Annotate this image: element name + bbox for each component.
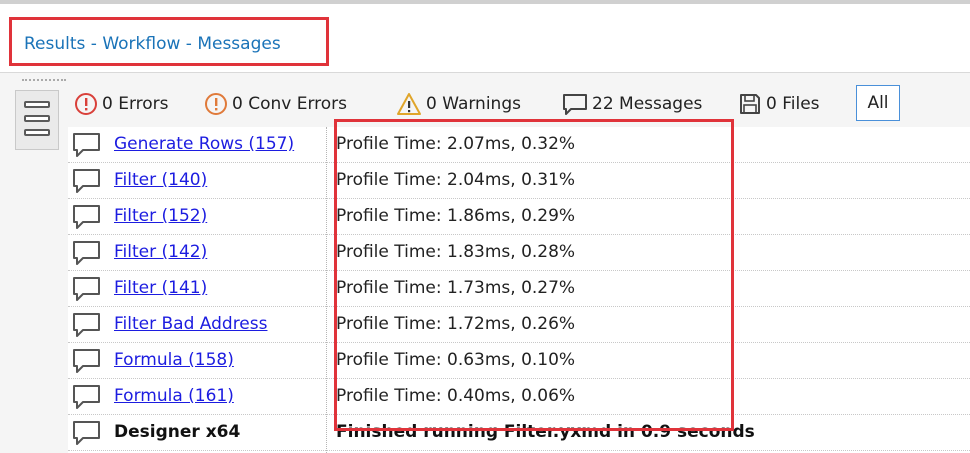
- message-icon: [73, 205, 100, 229]
- filter-warnings-label: 0 Warnings: [426, 94, 521, 114]
- filter-all-button[interactable]: All: [856, 85, 900, 121]
- filter-messages[interactable]: 22 Messages: [562, 87, 702, 121]
- filter-warnings[interactable]: 0 Warnings: [396, 87, 521, 121]
- panel-grip-handle[interactable]: [22, 79, 66, 85]
- message-icon: [73, 421, 100, 445]
- message-icon: [73, 241, 100, 265]
- error-circle-icon: [75, 93, 97, 115]
- file-save-icon: [740, 94, 760, 114]
- filter-files[interactable]: 0 Files: [738, 87, 820, 121]
- tool-link[interactable]: Filter (152): [114, 206, 207, 226]
- message-icon: [73, 169, 100, 193]
- tool-link[interactable]: Filter (142): [114, 242, 207, 262]
- tool-link[interactable]: Filter (141): [114, 278, 207, 298]
- tool-link[interactable]: Formula (158): [114, 350, 234, 370]
- title-highlight-box: [9, 17, 329, 66]
- layout-bar-icon: [24, 115, 50, 122]
- column-divider[interactable]: [326, 127, 327, 453]
- conversion-error-icon: [205, 93, 227, 115]
- filter-files-label: 0 Files: [766, 94, 820, 114]
- layout-bar-icon: [24, 129, 50, 136]
- tool-link[interactable]: Generate Rows (157): [114, 134, 294, 154]
- message-icon: [73, 349, 100, 373]
- warning-triangle-icon: [397, 93, 421, 115]
- message-icon: [73, 385, 100, 409]
- filter-errors-label: 0 Errors: [102, 94, 169, 114]
- messages-highlight-box: [334, 119, 734, 431]
- filter-conv-errors-label: 0 Conv Errors: [232, 94, 348, 114]
- tool-link[interactable]: Filter (140): [114, 170, 207, 190]
- tool-link[interactable]: Filter Bad Address: [114, 314, 267, 334]
- message-icon: [73, 277, 100, 301]
- tool-name: Designer x64: [114, 422, 241, 442]
- filter-messages-label: 22 Messages: [592, 94, 703, 114]
- layout-toggle-button[interactable]: [15, 90, 59, 150]
- message-icon: [73, 313, 100, 337]
- tool-link[interactable]: Formula (161): [114, 386, 234, 406]
- filter-conv-errors[interactable]: 0 Conv Errors: [204, 87, 347, 121]
- layout-bar-icon: [24, 101, 50, 108]
- message-icon: [563, 94, 587, 115]
- message-icon: [73, 133, 100, 157]
- filter-errors[interactable]: 0 Errors: [74, 87, 169, 121]
